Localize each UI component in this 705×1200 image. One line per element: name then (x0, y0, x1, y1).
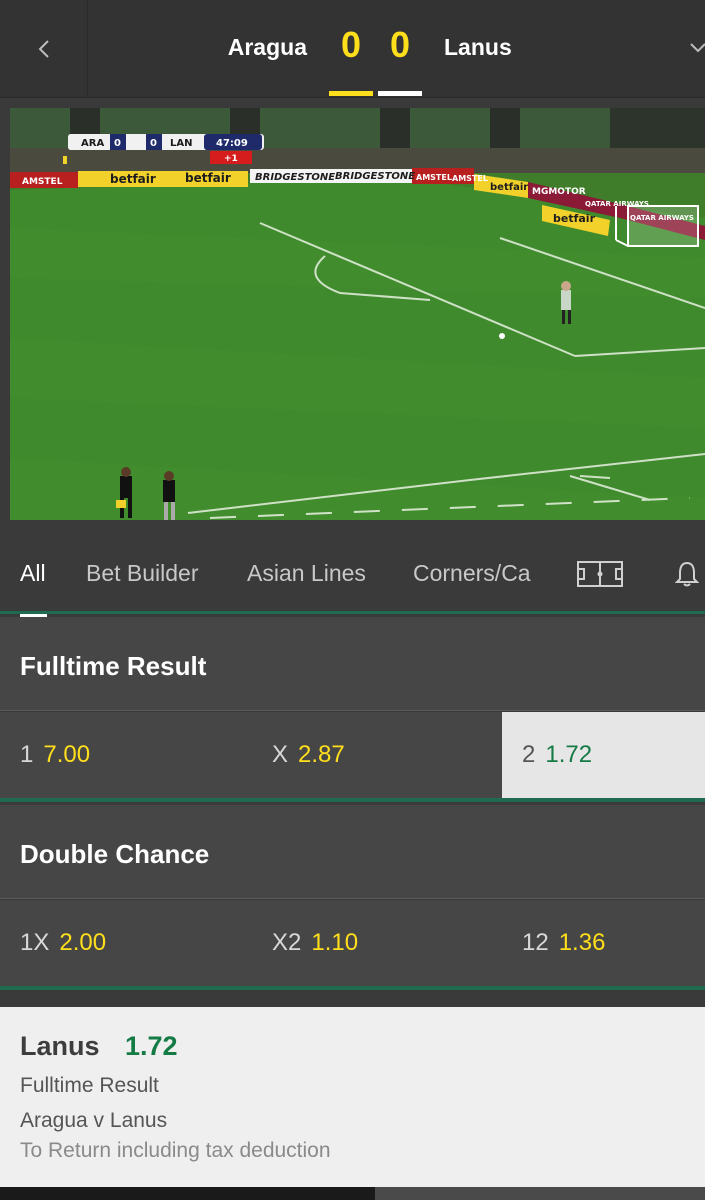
live-video-stream[interactable]: AMSTEL betfair betfair BRIDGESTONE BRIDG… (10, 108, 705, 520)
board-text: AMSTEL (22, 177, 63, 187)
video-frame: AMSTEL betfair betfair BRIDGESTONE BRIDG… (10, 108, 705, 520)
svg-text:AMSTEL: AMSTEL (452, 174, 488, 183)
odds-button-x2[interactable]: X2 1.10 (252, 900, 456, 986)
bet-slip-event: Aragua v Lanus (20, 1109, 168, 1132)
odds-label: 2 (522, 741, 536, 768)
tab-bet-builder[interactable]: Bet Builder (86, 560, 199, 587)
svg-text:ARA: ARA (81, 138, 104, 149)
home-score-bar (329, 91, 373, 96)
odds-row-fulltime-result: 1 7.00 X 2.87 2 1.72 (0, 712, 705, 802)
svg-text:betfair: betfair (185, 171, 231, 185)
away-team-name: Lanus (444, 34, 512, 60)
tab-asian-lines[interactable]: Asian Lines (247, 560, 366, 587)
bet-slip-selection: Lanus (20, 1031, 100, 1061)
bottom-bar-left[interactable] (0, 1187, 375, 1200)
tab-corners[interactable]: Corners/Ca (413, 560, 539, 587)
odds-value: 1.72 (545, 741, 593, 768)
away-score: 0 (389, 24, 411, 65)
svg-text:MGMOTOR: MGMOTOR (532, 187, 586, 197)
svg-text:betfair: betfair (553, 212, 596, 225)
odds-value: 7.00 (43, 741, 91, 768)
svg-text:LAN: LAN (170, 138, 192, 149)
svg-text:+1: +1 (224, 154, 238, 164)
bet-slip-return-text: To Return including tax deduction (20, 1139, 331, 1162)
odds-button-1x[interactable]: 1X 2.00 (0, 900, 204, 986)
bottom-bar-right[interactable] (375, 1187, 705, 1200)
bet-slip-panel[interactable]: Lanus 1.72 Fulltime Result Aragua v Lanu… (0, 1007, 705, 1187)
home-team-name: Aragua (227, 34, 307, 60)
odds-label: X (272, 741, 289, 768)
odds-label: 1 (20, 741, 34, 768)
svg-text:betfair: betfair (110, 172, 156, 186)
bet-slip-odds: 1.72 (125, 1031, 178, 1061)
home-score: 0 (340, 24, 362, 65)
chevron-left-icon (38, 40, 49, 58)
market-header-double-chance[interactable]: Double Chance (0, 805, 705, 899)
odds-value: 2.00 (59, 929, 107, 956)
odds-button-away-selected[interactable]: 2 1.72 (502, 712, 705, 798)
tab-all[interactable]: All (20, 560, 46, 587)
market-title: Fulltime Result (20, 651, 207, 681)
back-button[interactable] (0, 0, 88, 98)
match-header: Aragua 0 0 Lanus (0, 0, 705, 98)
bell-icon[interactable] (675, 560, 699, 588)
svg-text:betfair: betfair (490, 182, 528, 193)
svg-text:0: 0 (114, 138, 121, 149)
svg-text:0: 0 (150, 138, 157, 149)
svg-text:BRIDGESTONE: BRIDGESTONE (255, 172, 335, 183)
odds-label: X2 (272, 929, 302, 956)
odds-label: 12 (522, 929, 549, 956)
odds-value: 1.10 (311, 929, 359, 956)
market-header-fulltime-result[interactable]: Fulltime Result (0, 617, 705, 711)
odds-button-home[interactable]: 1 7.00 (0, 712, 204, 798)
odds-value: 1.36 (558, 929, 606, 956)
svg-text:AMSTEL: AMSTEL (416, 173, 452, 182)
odds-row-double-chance: 1X 2.00 X2 1.10 12 1.36 (0, 900, 705, 990)
bet-slip-market: Fulltime Result (20, 1074, 159, 1097)
odds-value: 2.87 (298, 741, 345, 768)
pitch-icon[interactable] (577, 561, 623, 587)
market-title: Double Chance (20, 839, 210, 869)
svg-text:47:09: 47:09 (216, 138, 248, 149)
market-tabs: All Bet Builder Asian Lines Corners/Ca (0, 530, 705, 618)
odds-button-12[interactable]: 12 1.36 (502, 900, 705, 986)
chevron-down-icon[interactable] (688, 38, 705, 58)
away-score-bar (378, 91, 422, 96)
svg-text:BRIDGESTONE: BRIDGESTONE (335, 171, 415, 182)
odds-label: 1X (20, 929, 50, 956)
odds-button-draw[interactable]: X 2.87 (252, 712, 456, 798)
